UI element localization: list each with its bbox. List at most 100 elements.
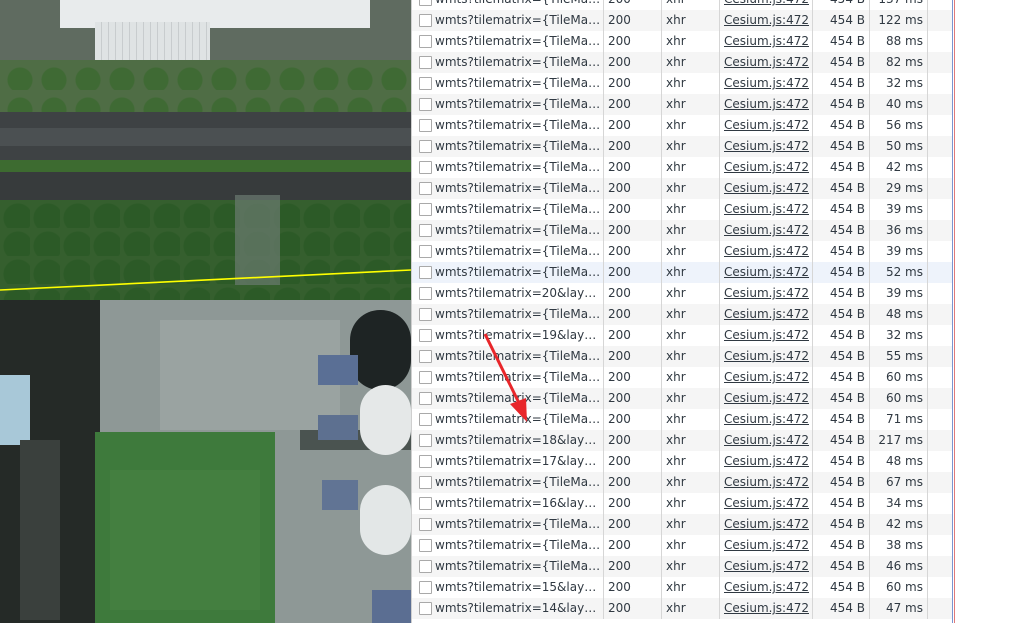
initiator-link[interactable]: Cesium.js:472 (719, 13, 809, 27)
initiator-link[interactable]: Cesium.js:472 (719, 55, 809, 69)
request-row[interactable]: wmts?tilematrix={TileMatrix}...200xhrCes… (412, 52, 953, 73)
initiator-link[interactable]: Cesium.js:472 (719, 454, 809, 468)
request-row[interactable]: wmts?tilematrix={TileMatrix}...200xhrCes… (412, 367, 953, 388)
request-name[interactable]: wmts?tilematrix={TileMatrix}... (435, 409, 601, 430)
request-name[interactable]: wmts?tilematrix={TileMatrix}... (435, 514, 601, 535)
request-name[interactable]: wmts?tilematrix={TileMatrix}... (435, 73, 601, 94)
request-name[interactable]: wmts?tilematrix={TileMatrix}... (435, 10, 601, 31)
row-checkbox-icon (419, 0, 432, 6)
initiator-link[interactable]: Cesium.js:472 (719, 475, 809, 489)
request-row[interactable]: wmts?tilematrix={TileMatrix}...200xhrCes… (412, 73, 953, 94)
initiator-link[interactable]: Cesium.js:472 (719, 118, 809, 132)
size-cell: 454 B (812, 598, 870, 619)
request-row[interactable]: wmts?tilematrix={TileMatrix}...200xhrCes… (412, 0, 953, 10)
initiator-link[interactable]: Cesium.js:472 (719, 601, 809, 615)
initiator-link[interactable]: Cesium.js:472 (719, 496, 809, 510)
request-row[interactable]: wmts?tilematrix={TileMatrix}...200xhrCes… (412, 10, 953, 31)
initiator-link[interactable]: Cesium.js:472 (719, 307, 809, 321)
satellite-map-view[interactable] (0, 0, 411, 623)
request-name[interactable]: wmts?tilematrix={TileMatrix}... (435, 0, 601, 10)
request-name[interactable]: wmts?tilematrix={TileMatrix}... (435, 346, 601, 367)
initiator-link[interactable]: Cesium.js:472 (719, 265, 809, 279)
request-name[interactable]: wmts?tilematrix={TileMatrix}... (435, 94, 601, 115)
request-row[interactable]: wmts?tilematrix={TileMatrix}...200xhrCes… (412, 262, 953, 283)
initiator-link[interactable]: Cesium.js:472 (719, 370, 809, 384)
request-name[interactable]: wmts?tilematrix={TileMatrix}... (435, 535, 601, 556)
initiator-link[interactable]: Cesium.js:472 (719, 412, 809, 426)
request-name[interactable]: wmts?tilematrix=15&layer=i... (435, 577, 601, 598)
request-name[interactable]: wmts?tilematrix=14&layer=i... (435, 598, 601, 619)
request-row[interactable]: wmts?tilematrix={TileMatrix}...200xhrCes… (412, 115, 953, 136)
initiator-link[interactable]: Cesium.js:472 (719, 97, 809, 111)
request-row[interactable]: wmts?tilematrix={TileMatrix}...200xhrCes… (412, 157, 953, 178)
request-row[interactable]: wmts?tilematrix={TileMatrix}...200xhrCes… (412, 556, 953, 577)
request-type: xhr (666, 370, 686, 384)
request-row[interactable]: wmts?tilematrix={TileMatrix}...200xhrCes… (412, 514, 953, 535)
request-row[interactable]: wmts?tilematrix=18&layer=i... 200 xhr Cesiu… (412, 430, 953, 451)
request-row[interactable]: wmts?tilematrix={TileMatrix}...200xhrCes… (412, 94, 953, 115)
initiator-link[interactable]: Cesium.js:472 (719, 391, 809, 405)
request-name[interactable]: wmts?tilematrix={TileMatrix}... (435, 472, 601, 493)
initiator-link[interactable]: Cesium.js:472 (719, 244, 809, 258)
request-row[interactable]: wmts?tilematrix={TileMatrix}...200xhrCes… (412, 346, 953, 367)
initiator-link[interactable]: Cesium.js:472 (719, 160, 809, 174)
request-name[interactable]: wmts?tilematrix={TileMatrix}... (435, 52, 601, 73)
request-row[interactable]: wmts?tilematrix={TileMatrix}...200xhrCes… (412, 136, 953, 157)
request-time: 40 ms (885, 97, 923, 111)
request-name[interactable]: wmts?tilematrix=17&layer=i... (435, 451, 601, 472)
request-name[interactable]: wmts?tilematrix={TileMatrix}... (435, 556, 601, 577)
initiator-link[interactable]: Cesium.js:472 (719, 34, 809, 48)
initiator-link[interactable]: Cesium.js:472 (719, 139, 809, 153)
request-row[interactable]: wmts?tilematrix={TileMatrix}...200xhrCes… (412, 304, 953, 325)
request-name[interactable]: wmts?tilematrix={TileMatrix}... (435, 115, 601, 136)
initiator-link[interactable]: Cesium.js:472 (719, 181, 809, 195)
request-name[interactable]: wmts?tilematrix=18&layer=i... (435, 430, 601, 451)
request-name[interactable]: wmts?tilematrix={TileMatrix}... (435, 220, 601, 241)
initiator-link[interactable]: Cesium.js:472 (719, 538, 809, 552)
request-name[interactable]: wmts?tilematrix={TileMatrix}... (435, 367, 601, 388)
type-cell: xhr (661, 10, 720, 31)
initiator-link[interactable]: Cesium.js:472 (719, 517, 809, 531)
request-name[interactable]: wmts?tilematrix={TileMatrix}... (435, 178, 601, 199)
initiator-link[interactable]: Cesium.js:472 (719, 559, 809, 573)
request-row[interactable]: wmts?tilematrix=20&layer=i... 200 xhr Cesiu… (412, 283, 953, 304)
response-size: 454 B (830, 370, 865, 384)
request-time: 34 ms (885, 496, 923, 510)
request-row[interactable]: wmts?tilematrix=15&layer=i... 200 xhr Cesiu… (412, 577, 953, 598)
request-name[interactable]: wmts?tilematrix={TileMatrix}... (435, 241, 601, 262)
request-name[interactable]: wmts?tilematrix={TileMatrix}... (435, 157, 601, 178)
request-row[interactable]: wmts?tilematrix={TileMatrix}...200xhrCes… (412, 409, 953, 430)
initiator-link[interactable]: Cesium.js:472 (719, 0, 809, 6)
initiator-link[interactable]: Cesium.js:472 (719, 433, 809, 447)
request-row[interactable]: wmts?tilematrix={TileMatrix}...200xhrCes… (412, 178, 953, 199)
request-name[interactable]: wmts?tilematrix=19&layer=i... (435, 325, 601, 346)
request-row[interactable]: wmts?tilematrix=17&layer=i... 200 xhr Cesiu… (412, 451, 953, 472)
request-name[interactable]: wmts?tilematrix={TileMatrix}... (435, 304, 601, 325)
request-row[interactable]: wmts?tilematrix={TileMatrix}...200xhrCes… (412, 220, 953, 241)
request-name[interactable]: wmts?tilematrix={TileMatrix}... (435, 31, 601, 52)
initiator-link[interactable]: Cesium.js:472 (719, 580, 809, 594)
request-name[interactable]: wmts?tilematrix={TileMatrix}... (435, 262, 601, 283)
request-name[interactable]: wmts?tilematrix={TileMatrix}... (435, 136, 601, 157)
request-name[interactable]: wmts?tilematrix=20&layer=i... (435, 283, 601, 304)
size-cell: 454 B (812, 514, 870, 535)
initiator-link[interactable]: Cesium.js:472 (719, 76, 809, 90)
request-row[interactable]: wmts?tilematrix=16&layer=i... 200 xhr Cesiu… (412, 493, 953, 514)
initiator-link[interactable]: Cesium.js:472 (719, 328, 809, 342)
initiator-link[interactable]: Cesium.js:472 (719, 286, 809, 300)
request-row[interactable]: wmts?tilematrix={TileMatrix}...200xhrCes… (412, 388, 953, 409)
request-row[interactable]: wmts?tilematrix={TileMatrix}...200xhrCes… (412, 241, 953, 262)
request-row[interactable]: wmts?tilematrix=19&layer=i... 200 xhr Cesiu… (412, 325, 953, 346)
request-name[interactable]: wmts?tilematrix={TileMatrix}... (435, 199, 601, 220)
request-row[interactable]: wmts?tilematrix={TileMatrix}...200xhrCes… (412, 472, 953, 493)
type-cell: xhr (661, 241, 720, 262)
initiator-link[interactable]: Cesium.js:472 (719, 223, 809, 237)
initiator-link[interactable]: Cesium.js:472 (719, 349, 809, 363)
request-name[interactable]: wmts?tilematrix={TileMatrix}... (435, 388, 601, 409)
request-row[interactable]: wmts?tilematrix={TileMatrix}...200xhrCes… (412, 199, 953, 220)
request-row[interactable]: wmts?tilematrix={TileMatrix}...200xhrCes… (412, 535, 953, 556)
request-row[interactable]: wmts?tilematrix={TileMatrix}...200xhrCes… (412, 31, 953, 52)
request-row[interactable]: wmts?tilematrix=14&layer=i... 200 xhr Cesiu… (412, 598, 953, 619)
request-name[interactable]: wmts?tilematrix=16&layer=i... (435, 493, 601, 514)
initiator-link[interactable]: Cesium.js:472 (719, 202, 809, 216)
